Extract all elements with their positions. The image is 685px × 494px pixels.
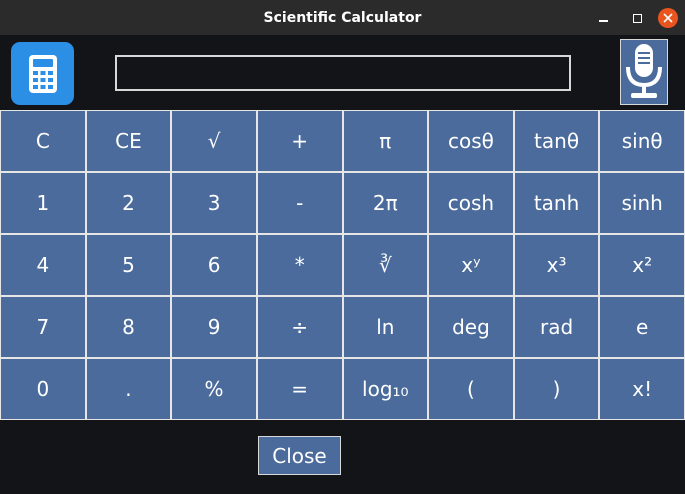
key-button[interactable]: ( — [429, 359, 513, 419]
calculator-icon — [11, 42, 74, 105]
key-button[interactable]: x³ — [514, 235, 599, 295]
close-icon[interactable] — [658, 8, 678, 28]
key-button[interactable]: CE — [86, 111, 171, 171]
microphone-button[interactable] — [620, 39, 668, 105]
title-bar: Scientific Calculator — [0, 0, 685, 35]
calculator-display[interactable] — [115, 55, 571, 91]
key-button[interactable]: √ — [172, 111, 256, 171]
key-button[interactable]: ) — [514, 359, 599, 419]
key-button[interactable]: e — [600, 297, 684, 357]
key-button[interactable]: xʸ — [429, 235, 513, 295]
key-button[interactable]: π — [343, 111, 428, 171]
key-button[interactable]: 9 — [172, 297, 256, 357]
key-button[interactable]: deg — [429, 297, 513, 357]
key-button[interactable]: C — [1, 111, 85, 171]
key-button[interactable]: 2 — [86, 173, 171, 233]
key-button[interactable]: log₁₀ — [343, 359, 428, 419]
key-button[interactable]: sinθ — [600, 111, 684, 171]
key-button[interactable]: 3 — [172, 173, 256, 233]
key-button[interactable]: * — [257, 235, 342, 295]
microphone-icon — [626, 44, 662, 98]
key-button[interactable]: + — [257, 111, 342, 171]
close-button[interactable]: Close — [258, 436, 341, 475]
key-button[interactable]: 0 — [1, 359, 85, 419]
key-button[interactable]: ln — [343, 297, 428, 357]
key-button[interactable]: - — [257, 173, 342, 233]
maximize-icon[interactable] — [626, 7, 648, 29]
key-button[interactable]: 5 — [86, 235, 171, 295]
key-button[interactable]: cosθ — [429, 111, 513, 171]
key-button[interactable]: 2π — [343, 173, 428, 233]
key-button[interactable]: 6 — [172, 235, 256, 295]
key-button[interactable]: tanθ — [514, 111, 599, 171]
key-button[interactable]: 8 — [86, 297, 171, 357]
footer-area: Close — [0, 420, 685, 494]
key-button[interactable]: tanh — [514, 173, 599, 233]
key-button[interactable]: = — [257, 359, 342, 419]
key-button[interactable]: sinh — [600, 173, 684, 233]
key-button[interactable]: x! — [600, 359, 684, 419]
key-button[interactable]: x² — [600, 235, 684, 295]
key-button[interactable]: ÷ — [257, 297, 342, 357]
minimize-icon[interactable] — [592, 7, 614, 29]
key-button[interactable]: 7 — [1, 297, 85, 357]
key-button[interactable]: cosh — [429, 173, 513, 233]
key-button[interactable]: ∛ — [343, 235, 428, 295]
window-title: Scientific Calculator — [263, 9, 422, 26]
header-area — [0, 35, 685, 110]
keypad: C CE √ + π cosθ tanθ sinθ 1 2 3-2π cosh tanh sinh 4 5 6 *… — [0, 110, 685, 420]
key-button[interactable]: 4 — [1, 235, 85, 295]
key-button[interactable]: % — [172, 359, 256, 419]
key-button[interactable]: rad — [514, 297, 599, 357]
key-button[interactable]: . — [86, 359, 171, 419]
key-button[interactable]: 1 — [1, 173, 85, 233]
